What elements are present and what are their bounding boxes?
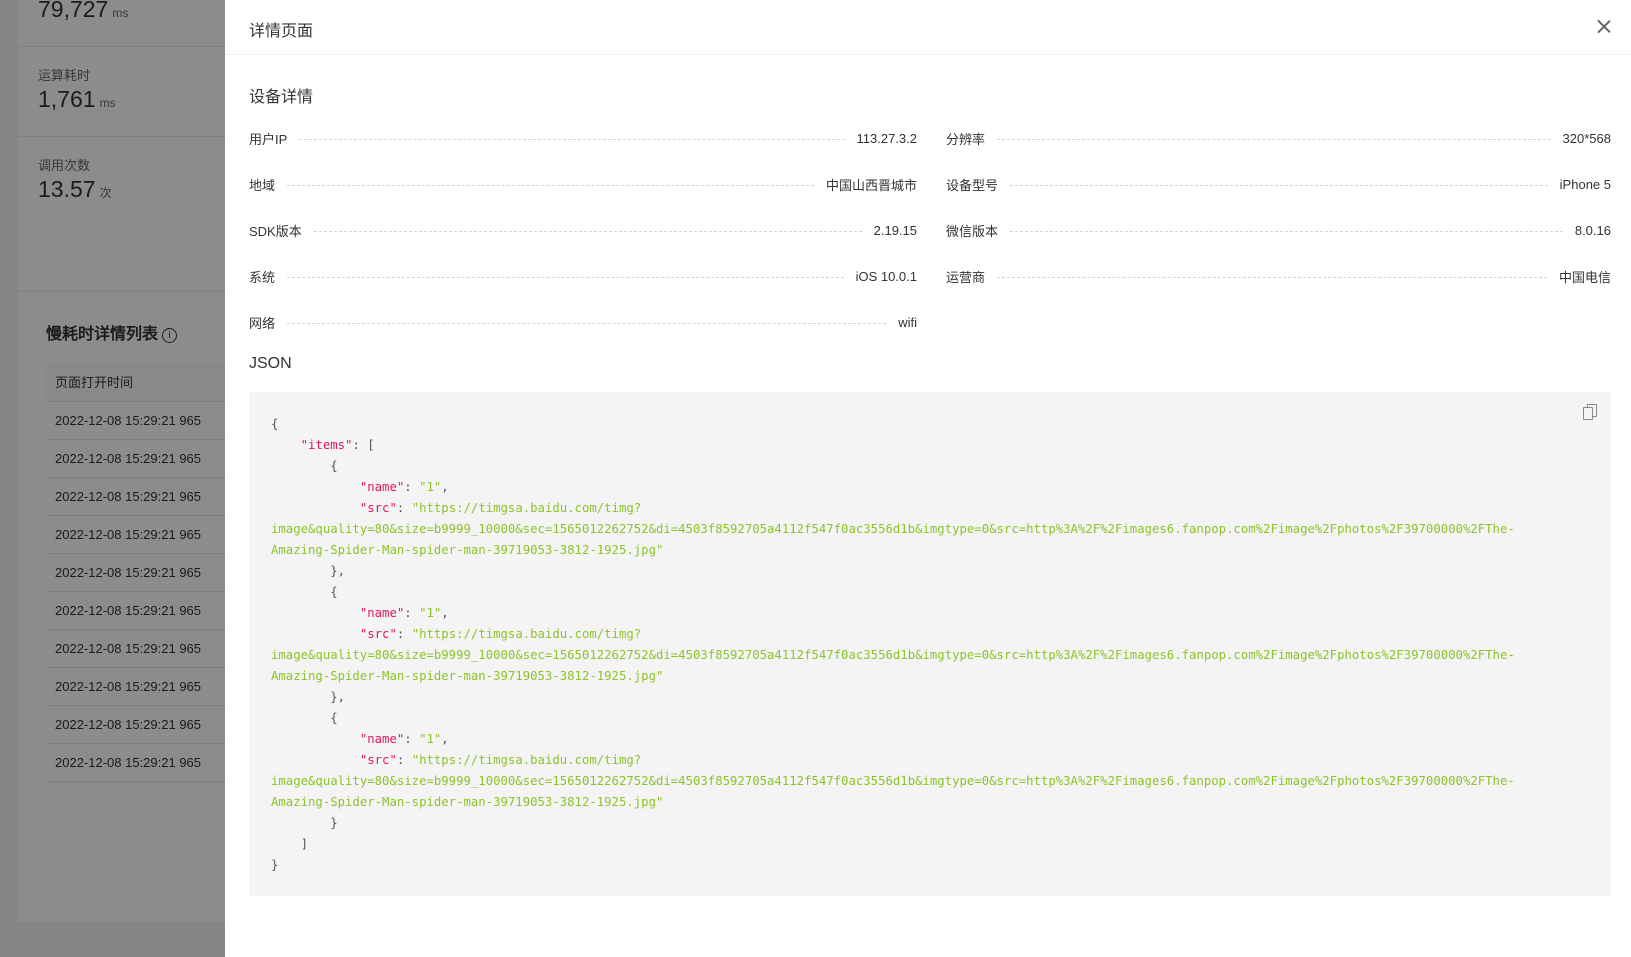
dashed-leader — [997, 276, 1547, 278]
json-string: "1" — [419, 480, 442, 494]
desc-value: wifi — [898, 314, 917, 330]
desc-sdk-version: SDK版本 2.19.15 — [249, 220, 917, 240]
desc-label: 地域 — [249, 177, 276, 193]
dashed-leader — [997, 138, 1551, 140]
dashed-leader — [1010, 230, 1563, 232]
dashed-leader — [287, 276, 844, 278]
json-key: "src" — [359, 753, 397, 767]
desc-label: 运营商 — [946, 269, 986, 285]
json-string: Amazing-Spider-Man-spider-man-39719053-3… — [271, 795, 664, 809]
json-key: "items" — [300, 438, 353, 452]
desc-label: 系统 — [249, 269, 276, 285]
device-section-title: 设备详情 — [249, 89, 314, 106]
desc-label: 设备型号 — [946, 177, 999, 193]
json-key: "src" — [359, 501, 397, 515]
close-icon[interactable] — [1591, 14, 1617, 40]
json-string: "https://timgsa.baidu.com/timg? — [411, 753, 642, 767]
json-key: "name" — [359, 606, 405, 620]
dashed-leader — [287, 322, 887, 324]
desc-label: 用户IP — [249, 131, 288, 147]
desc-value: 中国电信 — [1558, 269, 1611, 285]
desc-value: 320*568 — [1562, 130, 1611, 146]
desc-value: 8.0.16 — [1574, 222, 1611, 238]
desc-region: 地域 中国山西晋城市 — [249, 174, 917, 194]
detail-drawer: 详情页面 设备详情 用户IP 113.27.3.2 地域 中国山西晋城市 SDK… — [225, 0, 1631, 957]
drawer-title: 详情页面 — [249, 23, 314, 40]
desc-wechat-version: 微信版本 8.0.16 — [946, 220, 1611, 240]
json-key: "name" — [359, 480, 405, 494]
json-key: "name" — [359, 732, 405, 746]
desc-value: iPhone 5 — [1559, 176, 1611, 192]
desc-value: 113.27.3.2 — [856, 130, 917, 146]
json-string: Amazing-Spider-Man-spider-man-39719053-3… — [271, 543, 664, 557]
json-viewer: { "items": [ { "name": "1", "src": "http… — [249, 392, 1611, 896]
json-string: "https://timgsa.baidu.com/timg? — [411, 501, 642, 515]
json-section-title: JSON — [249, 355, 292, 372]
json-string: image&quality=80&size=b9999_10000&sec=15… — [271, 522, 1515, 536]
json-string: "1" — [419, 732, 442, 746]
json-string: "1" — [419, 606, 442, 620]
desc-label: 网络 — [249, 315, 276, 331]
desc-label: 微信版本 — [946, 223, 999, 239]
json-code: { "items": [ { "name": "1", "src": "http… — [271, 417, 1515, 872]
dashed-leader — [313, 230, 862, 232]
desc-carrier: 运营商 中国电信 — [946, 266, 1611, 286]
json-string: image&quality=80&size=b9999_10000&sec=15… — [271, 774, 1515, 788]
json-string: Amazing-Spider-Man-spider-man-39719053-3… — [271, 669, 664, 683]
dashed-leader — [287, 184, 814, 186]
desc-label: 分辨率 — [946, 131, 986, 147]
desc-device-model: 设备型号 iPhone 5 — [946, 174, 1611, 194]
desc-value: iOS 10.0.1 — [855, 268, 917, 284]
copy-icon[interactable] — [1583, 404, 1597, 420]
json-key: "src" — [359, 627, 397, 641]
desc-resolution: 分辨率 320*568 — [946, 128, 1611, 148]
dashed-leader — [1010, 184, 1548, 186]
json-string: "https://timgsa.baidu.com/timg? — [411, 627, 642, 641]
dashed-leader — [299, 138, 845, 140]
json-string: image&quality=80&size=b9999_10000&sec=15… — [271, 648, 1515, 662]
desc-system: 系统 iOS 10.0.1 — [249, 266, 917, 286]
desc-user-ip: 用户IP 113.27.3.2 — [249, 128, 917, 148]
drawer-header: 详情页面 — [225, 0, 1631, 55]
desc-label: SDK版本 — [249, 223, 302, 239]
desc-value: 中国山西晋城市 — [825, 177, 917, 193]
desc-network: 网络 wifi — [249, 312, 917, 332]
desc-value: 2.19.15 — [873, 222, 917, 238]
